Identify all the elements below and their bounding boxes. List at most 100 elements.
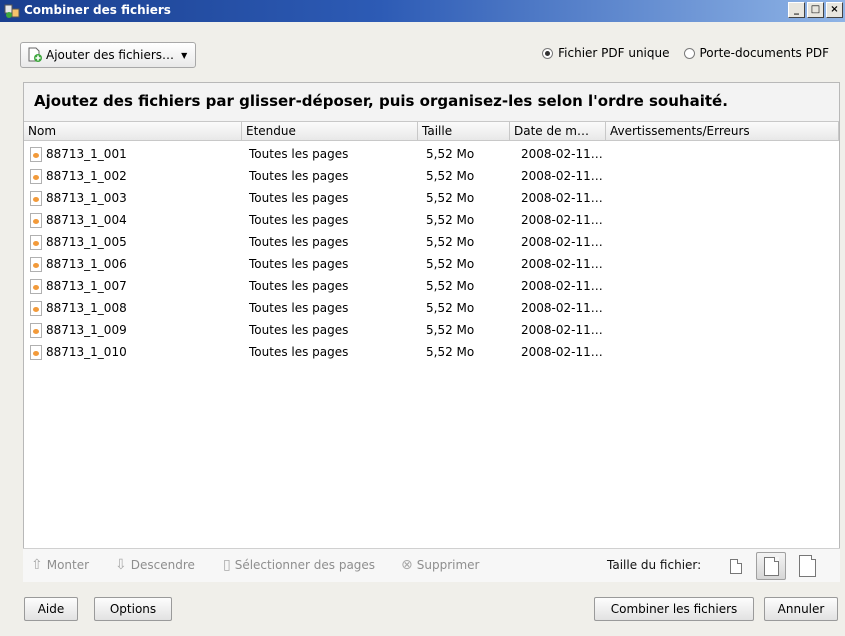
file-size: 5,52 Mo xyxy=(426,257,475,271)
arrow-up-icon: ⇧ xyxy=(31,557,43,573)
column-header-name[interactable]: Nom xyxy=(24,122,242,140)
file-row[interactable]: 88713_1_008 Toutes les pages 5,52 Mo 2008-0… xyxy=(24,298,839,320)
file-name: 88713_1_002 xyxy=(46,169,127,183)
file-date: 2008-02-11… xyxy=(521,235,603,249)
file-date: 2008-02-11… xyxy=(521,213,603,227)
cancel-button[interactable]: Annuler xyxy=(764,597,838,621)
file-row[interactable]: 88713_1_001 Toutes les pages 5,52 Mo 2008-0… xyxy=(24,144,839,166)
radio-portfolio[interactable]: Porte-documents PDF xyxy=(683,46,829,60)
file-name: 88713_1_004 xyxy=(46,213,127,227)
move-up-label: Monter xyxy=(46,558,90,572)
file-size-large-button[interactable] xyxy=(792,552,822,580)
page-medium-icon xyxy=(763,556,779,576)
close-button[interactable]: × xyxy=(826,2,843,18)
file-row[interactable]: 88713_1_003 Toutes les pages 5,52 Mo 2008-0… xyxy=(24,188,839,210)
help-button[interactable]: Aide xyxy=(24,597,78,621)
pdf-file-icon xyxy=(30,235,42,250)
instruction-text: Ajoutez des fichiers par glisser-déposer… xyxy=(24,83,839,121)
pdf-file-icon xyxy=(30,279,42,294)
file-row[interactable]: 88713_1_006 Toutes les pages 5,52 Mo 2008-0… xyxy=(24,254,839,276)
maximize-button[interactable]: □ xyxy=(807,2,824,18)
add-files-icon xyxy=(28,47,42,62)
pdf-file-icon xyxy=(30,147,42,162)
file-range: Toutes les pages xyxy=(249,345,349,359)
file-date: 2008-02-11… xyxy=(521,345,603,359)
column-header-row: Nom Etendue Taille Date de m… Avertissem… xyxy=(24,121,839,141)
select-pages-button[interactable]: ▯ Sélectionner des pages xyxy=(223,557,375,573)
file-size: 5,52 Mo xyxy=(426,323,475,337)
file-size: 5,52 Mo xyxy=(426,345,475,359)
add-files-label: Ajouter des fichiers… xyxy=(46,48,175,62)
file-row[interactable]: 88713_1_002 Toutes les pages 5,52 Mo 2008-0… xyxy=(24,166,839,188)
title-bar: Combiner des fichiers _ □ × xyxy=(0,0,845,22)
file-size: 5,52 Mo xyxy=(426,301,475,315)
chevron-down-icon: ▼ xyxy=(181,50,188,60)
move-down-button[interactable]: ⇩ Descendre xyxy=(115,557,195,573)
column-header-date[interactable]: Date de m… xyxy=(510,122,606,140)
list-tools-bar: ⇧ Monter ⇩ Descendre ▯ Sélectionner des … xyxy=(23,548,840,582)
column-header-range[interactable]: Etendue xyxy=(242,122,418,140)
file-row[interactable]: 88713_1_010 Toutes les pages 5,52 Mo 2008-0… xyxy=(24,342,839,364)
file-size-small-button[interactable] xyxy=(721,552,751,580)
pdf-file-icon xyxy=(30,257,42,272)
options-button[interactable]: Options xyxy=(94,597,172,621)
file-size: 5,52 Mo xyxy=(426,169,475,183)
file-name: 88713_1_007 xyxy=(46,279,127,293)
pdf-file-icon xyxy=(30,301,42,316)
pages-icon: ▯ xyxy=(223,557,231,573)
combine-files-dialog: Combiner des fichiers _ □ × Ajouter des … xyxy=(0,0,845,636)
pdf-file-icon xyxy=(30,213,42,228)
minimize-button[interactable]: _ xyxy=(788,2,805,18)
window-controls: _ □ × xyxy=(788,2,843,18)
file-name: 88713_1_001 xyxy=(46,147,127,161)
file-date: 2008-02-11… xyxy=(521,191,603,205)
radio-dot-selected[interactable] xyxy=(542,47,554,59)
radio-dot-unselected[interactable] xyxy=(683,47,695,59)
move-down-label: Descendre xyxy=(130,558,195,572)
radio-single-pdf-label: Fichier PDF unique xyxy=(558,46,670,60)
file-size: 5,52 Mo xyxy=(426,147,475,161)
file-date: 2008-02-11… xyxy=(521,169,603,183)
column-header-size[interactable]: Taille xyxy=(418,122,510,140)
file-name: 88713_1_008 xyxy=(46,301,127,315)
pdf-file-icon xyxy=(30,345,42,360)
file-size-medium-button[interactable] xyxy=(756,552,786,580)
delete-icon: ⊗ xyxy=(401,557,413,573)
file-range: Toutes les pages xyxy=(249,213,349,227)
file-range: Toutes les pages xyxy=(249,301,349,315)
radio-single-pdf[interactable]: Fichier PDF unique xyxy=(542,46,670,60)
file-name: 88713_1_009 xyxy=(46,323,127,337)
combine-files-icon xyxy=(4,4,20,18)
file-date: 2008-02-11… xyxy=(521,279,603,293)
file-name: 88713_1_006 xyxy=(46,257,127,271)
file-range: Toutes les pages xyxy=(249,257,349,271)
file-date: 2008-02-11… xyxy=(521,323,603,337)
add-files-button[interactable]: Ajouter des fichiers… ▼ xyxy=(20,42,197,68)
file-name: 88713_1_003 xyxy=(46,191,127,205)
file-date: 2008-02-11… xyxy=(521,147,603,161)
file-list-panel: Ajoutez des fichiers par glisser-déposer… xyxy=(23,82,840,582)
file-range: Toutes les pages xyxy=(249,169,349,183)
file-range: Toutes les pages xyxy=(249,323,349,337)
delete-label: Supprimer xyxy=(416,558,480,572)
file-size: 5,52 Mo xyxy=(426,279,475,293)
move-up-button[interactable]: ⇧ Monter xyxy=(31,557,89,573)
output-type-radios: Fichier PDF unique Porte-documents PDF xyxy=(542,46,829,60)
file-range: Toutes les pages xyxy=(249,279,349,293)
pdf-file-icon xyxy=(30,323,42,338)
column-header-warnings[interactable]: Avertissements/Erreurs xyxy=(606,122,839,140)
pdf-file-icon xyxy=(30,191,42,206)
select-pages-label: Sélectionner des pages xyxy=(234,558,376,572)
page-small-icon xyxy=(730,558,742,574)
page-large-icon xyxy=(798,555,816,577)
file-row[interactable]: 88713_1_007 Toutes les pages 5,52 Mo 2008-0… xyxy=(24,276,839,298)
file-row[interactable]: 88713_1_009 Toutes les pages 5,52 Mo 2008-0… xyxy=(24,320,839,342)
file-size: 5,52 Mo xyxy=(426,213,475,227)
file-size: 5,52 Mo xyxy=(426,191,475,205)
delete-button[interactable]: ⊗ Supprimer xyxy=(401,557,479,573)
file-rows: 88713_1_001 Toutes les pages 5,52 Mo 2008-0… xyxy=(24,144,839,364)
file-size: 5,52 Mo xyxy=(426,235,475,249)
combine-files-button[interactable]: Combiner les fichiers xyxy=(594,597,754,621)
file-row[interactable]: 88713_1_005 Toutes les pages 5,52 Mo 2008-0… xyxy=(24,232,839,254)
file-row[interactable]: 88713_1_004 Toutes les pages 5,52 Mo 2008-0… xyxy=(24,210,839,232)
